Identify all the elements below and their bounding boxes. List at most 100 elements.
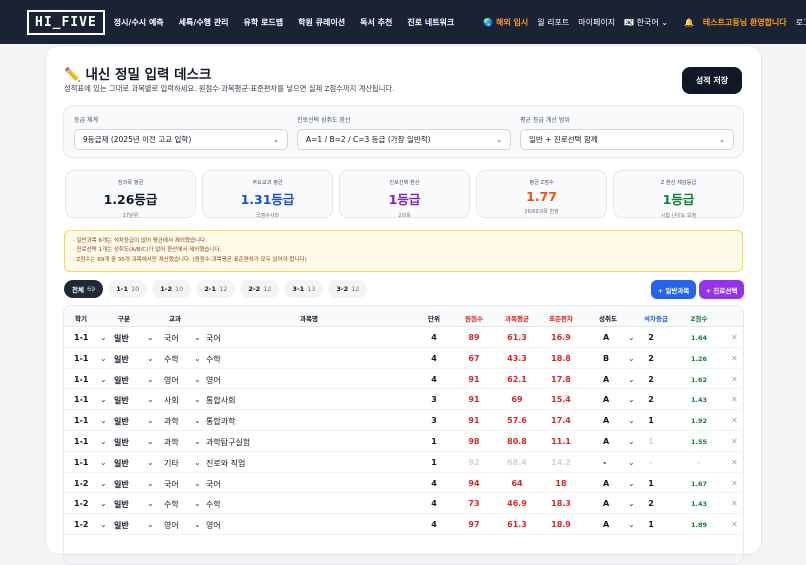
rank-input[interactable]: 1 [648, 479, 654, 488]
semester-select[interactable]: 1-1 [74, 333, 88, 342]
std-dev-input[interactable]: 17.8 [551, 375, 571, 384]
unit-input[interactable]: 1 [431, 437, 437, 446]
filter-chip-3-2[interactable]: 3-2 12 [328, 280, 368, 298]
std-dev-input[interactable]: 15.4 [551, 395, 571, 404]
rank-input[interactable]: 1 [648, 520, 654, 529]
nav-item-record[interactable]: 세특/수행 관리 [179, 17, 229, 28]
rank-input[interactable]: 2 [648, 333, 654, 342]
subject-input[interactable]: 국어 [206, 333, 221, 344]
filter-chip-1-1[interactable]: 1-1 10 [108, 280, 148, 298]
type-select[interactable]: 일반 [114, 354, 129, 365]
subject-avg-input[interactable]: 68.4 [507, 458, 527, 467]
area-select[interactable]: 과학 [164, 437, 179, 448]
subject-avg-input[interactable]: 46.9 [507, 499, 527, 508]
filter-chip-1-2[interactable]: 1-2 10 [152, 280, 192, 298]
rank-input[interactable]: 2 [648, 354, 654, 363]
nav-item-admission[interactable]: 정시/수시 예측 [114, 17, 164, 28]
nav-report[interactable]: 월 리포트 [537, 17, 569, 28]
type-select[interactable]: 일반 [114, 333, 129, 344]
add-career-button[interactable]: + 진로선택 [699, 280, 744, 299]
subject-input[interactable]: 통합사회 [206, 395, 235, 406]
type-select[interactable]: 일반 [114, 395, 129, 406]
save-button[interactable]: 성적 저장 [682, 67, 742, 94]
subject-avg-input[interactable]: 80.8 [507, 437, 527, 446]
subject-input[interactable]: 진로와 직업 [206, 458, 245, 469]
filter-chip-all[interactable]: 전체 69 [64, 280, 104, 298]
area-select[interactable]: 국어 [164, 333, 179, 344]
delete-row-icon[interactable]: ✕ [731, 520, 738, 529]
delete-row-icon[interactable]: ✕ [731, 375, 738, 384]
raw-score-input[interactable]: 91 [468, 375, 479, 384]
semester-select[interactable]: 1-2 [74, 520, 88, 529]
subject-avg-input[interactable]: 61.3 [507, 520, 527, 529]
type-select[interactable]: 일반 [114, 416, 129, 427]
achievement-conversion-select[interactable]: A=1 / B=2 / C=3 등급 (가장 일반적) ⌄ [297, 129, 511, 150]
raw-score-input[interactable]: 89 [468, 333, 479, 342]
raw-score-input[interactable]: 97 [468, 520, 479, 529]
raw-score-input[interactable]: 91 [468, 416, 479, 425]
add-general-button[interactable]: + 일반과목 [651, 280, 696, 299]
unit-input[interactable]: 4 [431, 354, 437, 363]
semester-select[interactable]: 1-1 [74, 437, 88, 446]
raw-score-input[interactable]: 67 [468, 354, 479, 363]
rank-input[interactable]: 1 [648, 437, 654, 446]
subject-input[interactable]: 수학 [206, 354, 221, 365]
rank-input[interactable]: 2 [648, 375, 654, 384]
raw-score-input[interactable]: 98 [468, 437, 479, 446]
semester-select[interactable]: 1-1 [74, 416, 88, 425]
achievement-select[interactable]: A [603, 499, 609, 508]
delete-row-icon[interactable]: ✕ [731, 437, 738, 446]
unit-input[interactable]: 4 [431, 520, 437, 529]
subject-avg-input[interactable]: 64 [511, 479, 522, 488]
subject-input[interactable]: 과학탐구실험 [206, 437, 250, 448]
delete-row-icon[interactable]: ✕ [731, 333, 738, 342]
unit-input[interactable]: 1 [431, 458, 437, 467]
area-select[interactable]: 기타 [164, 458, 179, 469]
std-dev-input[interactable]: 16.9 [551, 333, 571, 342]
achievement-select[interactable]: A [603, 479, 609, 488]
type-select[interactable]: 일반 [114, 479, 129, 490]
std-dev-input[interactable]: 11.1 [551, 437, 571, 446]
delete-row-icon[interactable]: ✕ [731, 479, 738, 488]
subject-avg-input[interactable]: 61.3 [507, 333, 527, 342]
type-select[interactable]: 일반 [114, 499, 129, 510]
semester-select[interactable]: 1-2 [74, 479, 88, 488]
std-dev-input[interactable]: 18 [555, 479, 566, 488]
unit-input[interactable]: 3 [431, 416, 437, 425]
subject-input[interactable]: 영어 [206, 375, 221, 386]
area-select[interactable]: 사회 [164, 395, 179, 406]
nav-overseas[interactable]: 🌏 해외 입시 [483, 17, 528, 28]
unit-input[interactable]: 4 [431, 479, 437, 488]
delete-row-icon[interactable]: ✕ [731, 416, 738, 425]
filter-chip-3-1[interactable]: 3-1 13 [284, 280, 324, 298]
nav-item-career[interactable]: 진로 네트워크 [407, 17, 454, 28]
semester-select[interactable]: 1-1 [74, 354, 88, 363]
raw-score-input[interactable]: 94 [468, 479, 479, 488]
subject-avg-input[interactable]: 43.3 [507, 354, 527, 363]
rank-input[interactable]: 1 [648, 416, 654, 425]
logo[interactable]: HI_FIVE [27, 9, 105, 35]
type-select[interactable]: 일반 [114, 458, 129, 469]
raw-score-input[interactable]: 92 [468, 458, 479, 467]
subject-input[interactable]: 국어 [206, 479, 221, 490]
type-select[interactable]: 일반 [114, 375, 129, 386]
area-select[interactable]: 국어 [164, 479, 179, 490]
std-dev-input[interactable]: 18.9 [551, 520, 571, 529]
semester-select[interactable]: 1-1 [74, 458, 88, 467]
semester-select[interactable]: 1-1 [74, 375, 88, 384]
semester-select[interactable]: 1-2 [74, 499, 88, 508]
subject-input[interactable]: 통합과학 [206, 416, 235, 427]
delete-row-icon[interactable]: ✕ [731, 395, 738, 404]
unit-input[interactable]: 4 [431, 499, 437, 508]
bell-icon[interactable]: 🔔 [684, 18, 694, 27]
unit-input[interactable]: 4 [431, 375, 437, 384]
rank-input[interactable]: - [649, 458, 652, 467]
std-dev-input[interactable]: 18.3 [551, 499, 571, 508]
achievement-select[interactable]: A [603, 416, 609, 425]
type-select[interactable]: 일반 [114, 520, 129, 531]
achievement-select[interactable]: - [603, 458, 606, 467]
area-select[interactable]: 영어 [164, 375, 179, 386]
subject-input[interactable]: 수학 [206, 499, 221, 510]
std-dev-input[interactable]: 17.4 [551, 416, 571, 425]
area-select[interactable]: 영어 [164, 520, 179, 531]
